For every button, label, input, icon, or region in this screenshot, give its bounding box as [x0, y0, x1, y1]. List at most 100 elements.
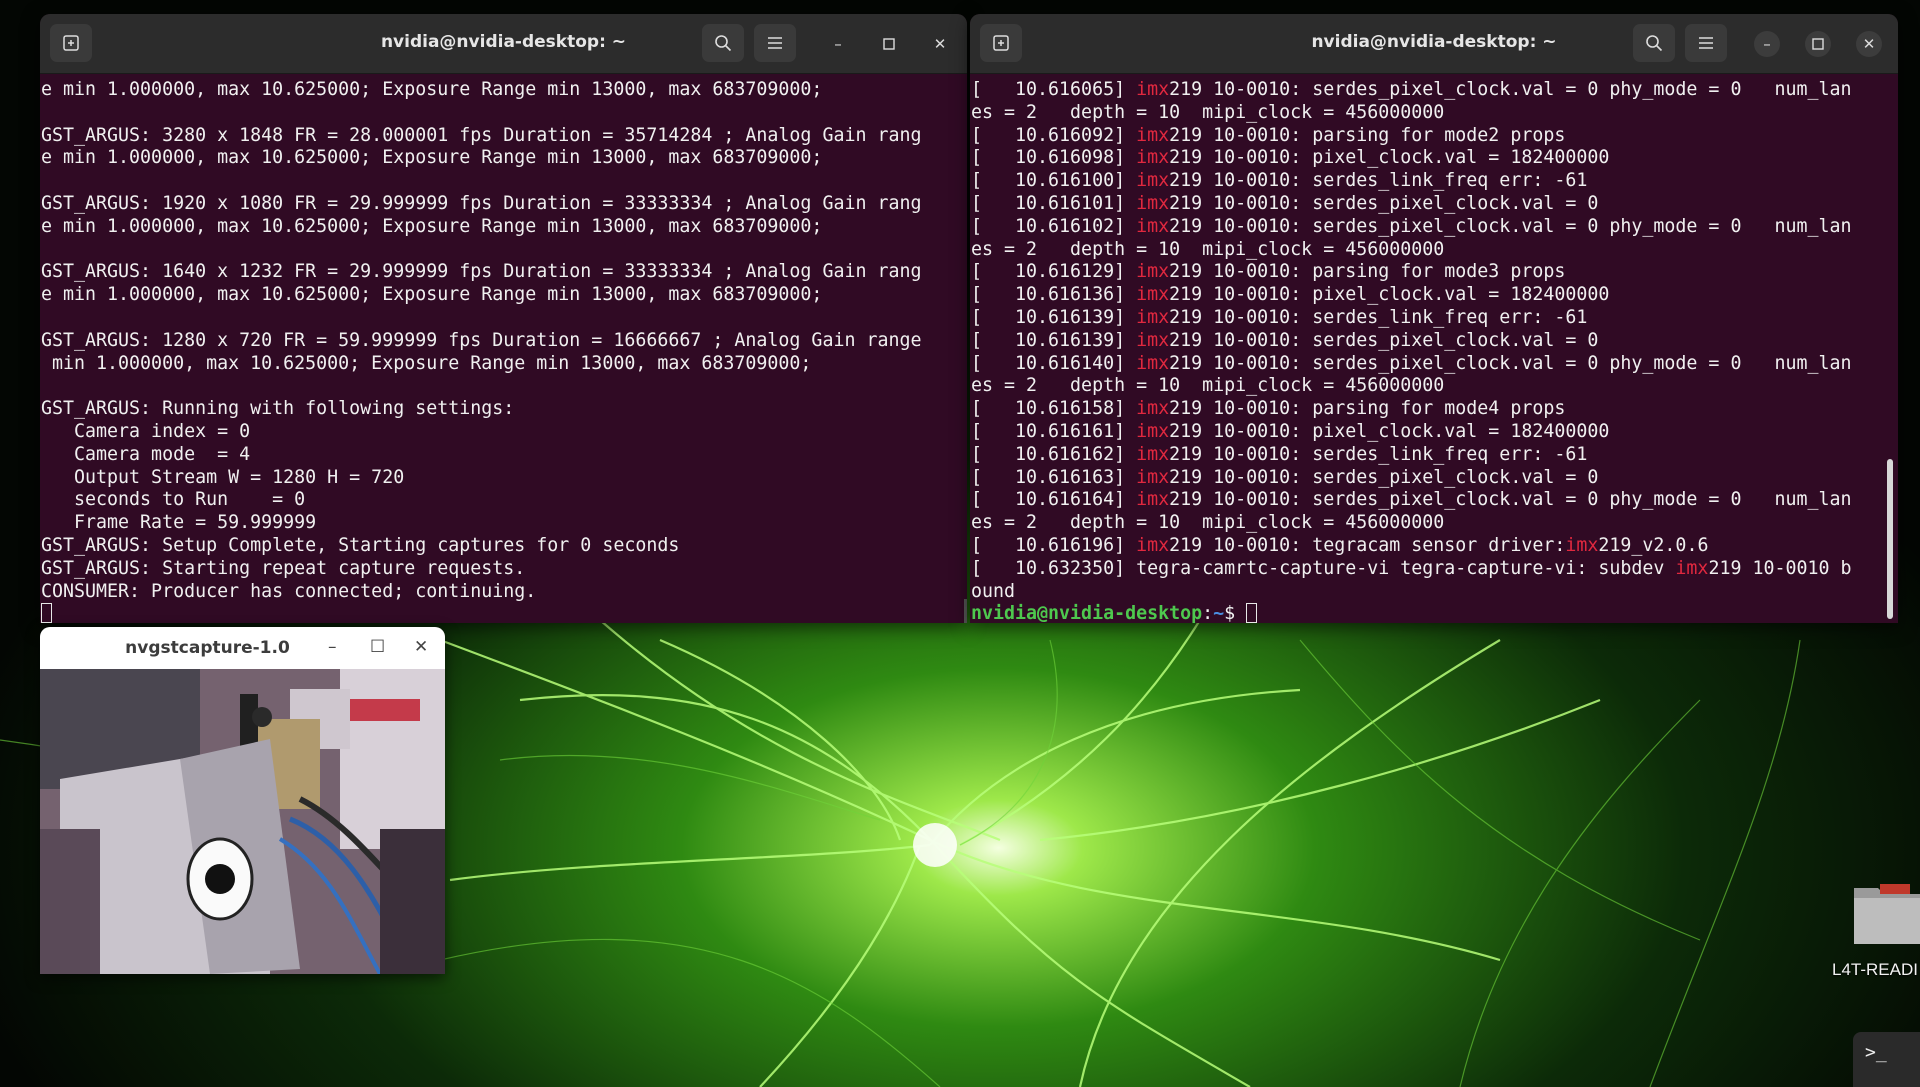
terminal-line: Output Stream W = 1280 H = 720 — [41, 466, 405, 488]
right-terminal-scrollbar[interactable] — [1887, 459, 1893, 619]
terminal-line: [ 10.616102] imx219 10-0010: serdes_pixe… — [971, 216, 1898, 239]
terminal-text: 219 10-0010 b — [1708, 557, 1852, 579]
highlighted-token: imx — [1136, 261, 1170, 283]
nvgstcapture-titlebar[interactable]: nvgstcapture-1.0 – ☐ ✕ — [40, 627, 445, 669]
close-icon[interactable]: ✕ — [927, 31, 953, 57]
terminal-text: 219 10-0010: serdes_pixel_clock.val = 0 — [1169, 329, 1599, 351]
prompt-user: nvidia@nvidia-desktop — [971, 603, 1203, 623]
terminal-line: GST_ARGUS: 1640 x 1232 FR = 29.999999 fp… — [41, 261, 922, 283]
terminal-text: [ 10.616162] — [971, 443, 1137, 465]
right-terminal-output[interactable]: [ 10.616065] imx219 10-0010: serdes_pixe… — [970, 79, 1898, 623]
terminal-line: GST_ARGUS: 1920 x 1080 FR = 29.999999 fp… — [41, 192, 922, 214]
terminal-line: Camera mode = 4 — [41, 443, 251, 465]
terminal-line: es = 2 depth = 10 mipi_clock = 456000000 — [971, 512, 1898, 535]
terminal-line: [ 10.616092] imx219 10-0010: parsing for… — [971, 125, 1898, 148]
terminal-line: seconds to Run = 0 — [41, 489, 306, 511]
terminal-text: [ 10.616161] — [971, 420, 1137, 442]
terminal-line: es = 2 depth = 10 mipi_clock = 456000000 — [971, 239, 1898, 262]
terminal-text: [ 10.632350] tegra-camrtc-capture-vi teg… — [971, 557, 1676, 579]
terminal-line: GST_ARGUS: Starting repeat capture reque… — [41, 557, 526, 579]
highlighted-token: imx — [1136, 170, 1170, 192]
nvgstcapture-window[interactable]: nvgstcapture-1.0 – ☐ ✕ — [40, 627, 445, 974]
terminal-line: Camera index = 0 — [41, 420, 251, 442]
terminal-text: 219 10-0010: serdes_link_freq err: -61 — [1169, 306, 1588, 328]
terminal-text: es = 2 depth = 10 mipi_clock = 456000000 — [971, 512, 1445, 534]
highlighted-token: imx — [1136, 147, 1170, 169]
minimize-icon[interactable]: – — [825, 31, 851, 57]
terminal-text: 219 10-0010: pixel_clock.val = 182400000 — [1169, 420, 1610, 442]
highlighted-token: imx — [1136, 306, 1170, 328]
prompt-path: ~ — [1213, 603, 1225, 623]
terminal-text: [ 10.616163] — [971, 466, 1137, 488]
terminal-text: 219 10-0010: serdes_pixel_clock.val = 0 … — [1169, 215, 1852, 237]
terminal-text: [ 10.616164] — [971, 489, 1137, 511]
highlighted-token: imx — [1136, 398, 1170, 420]
terminal-text: [ 10.616098] — [971, 147, 1137, 169]
terminal-text: 219 10-0010: serdes_pixel_clock.val = 0 … — [1169, 489, 1852, 511]
terminal-line: [ 10.616163] imx219 10-0010: serdes_pixe… — [971, 467, 1898, 490]
terminal-line: e min 1.000000, max 10.625000; Exposure … — [41, 284, 823, 306]
terminal-line: [ 10.616139] imx219 10-0010: serdes_pixe… — [971, 330, 1898, 353]
terminal-text: [ 10.616100] — [971, 170, 1137, 192]
terminal-text: [ 10.616092] — [971, 124, 1137, 146]
terminal-text: 219 10-0010: serdes_pixel_clock.val = 0 — [1169, 466, 1599, 488]
terminal-line: es = 2 depth = 10 mipi_clock = 456000000 — [971, 102, 1898, 125]
minimize-icon[interactable]: – — [328, 637, 337, 657]
folder-icon[interactable] — [1852, 880, 1920, 946]
terminal-text: 219 10-0010: serdes_link_freq err: -61 — [1169, 170, 1588, 192]
close-icon[interactable]: ✕ — [414, 637, 428, 657]
left-terminal-output[interactable]: e min 1.000000, max 10.625000; Exposure … — [40, 79, 967, 623]
terminal-line: [ 10.616161] imx219 10-0010: pixel_clock… — [971, 421, 1898, 444]
terminal-text: 219 10-0010: serdes_pixel_clock.val = 0 … — [1169, 79, 1852, 100]
terminal-line: [ 10.616129] imx219 10-0010: parsing for… — [971, 261, 1898, 284]
terminal-text: 219 10-0010: serdes_link_freq err: -61 — [1169, 443, 1588, 465]
terminal-text: [ 10.616196] — [971, 534, 1137, 556]
terminal-line: [ 10.616136] imx219 10-0010: pixel_clock… — [971, 284, 1898, 307]
maximize-icon[interactable] — [876, 31, 902, 57]
left-terminal-scroll-edge — [964, 599, 967, 623]
maximize-icon[interactable]: ☐ — [370, 637, 385, 657]
terminal-text: [ 10.616140] — [971, 352, 1137, 374]
highlighted-token: imx — [1136, 489, 1170, 511]
right-terminal-titlebar[interactable]: nvidia@nvidia-desktop: ~ – ✕ — [970, 14, 1898, 74]
dock-terminal-icon[interactable]: >_ — [1853, 1032, 1920, 1087]
terminal-text: [ 10.616102] — [971, 215, 1137, 237]
terminal-text: 219 10-0010: pixel_clock.val = 182400000 — [1169, 284, 1610, 306]
terminal-line: [ 10.616139] imx219 10-0010: serdes_link… — [971, 307, 1898, 330]
terminal-text: [ 10.616139] — [971, 306, 1137, 328]
hamburger-menu-icon[interactable] — [754, 24, 796, 62]
minimize-icon[interactable]: – — [1754, 31, 1780, 57]
folder-label[interactable]: L4T-READI — [1832, 960, 1918, 980]
terminal-text: [ 10.616158] — [971, 398, 1137, 420]
hamburger-menu-icon[interactable] — [1685, 24, 1727, 62]
highlighted-token: imx — [1136, 192, 1170, 214]
maximize-icon[interactable] — [1805, 31, 1831, 57]
terminal-line: e min 1.000000, max 10.625000; Exposure … — [41, 215, 823, 237]
left-terminal-window[interactable]: nvidia@nvidia-desktop: ~ – ✕ e min 1.000… — [40, 14, 967, 623]
terminal-cursor — [1246, 603, 1258, 623]
close-icon[interactable]: ✕ — [1856, 31, 1882, 57]
terminal-text: 219 10-0010: parsing for mode3 props — [1169, 261, 1566, 283]
highlighted-token: imx — [1136, 420, 1170, 442]
highlighted-token: imx — [1136, 329, 1170, 351]
highlighted-token: imx — [1136, 466, 1170, 488]
highlighted-token: imx — [1136, 352, 1170, 374]
terminal-text: 219 10-0010: pixel_clock.val = 182400000 — [1169, 147, 1610, 169]
shell-prompt[interactable]: nvidia@nvidia-desktop:~$ — [971, 603, 1898, 623]
search-icon[interactable] — [702, 24, 744, 62]
search-icon[interactable] — [1633, 24, 1675, 62]
terminal-text: [ 10.616139] — [971, 329, 1137, 351]
highlighted-token: imx — [1136, 124, 1170, 146]
right-terminal-window[interactable]: nvidia@nvidia-desktop: ~ – ✕ [ 10.616065… — [970, 14, 1898, 623]
terminal-line: GST_ARGUS: 1280 x 720 FR = 59.999999 fps… — [41, 329, 922, 351]
terminal-text: ound — [971, 580, 1016, 602]
terminal-text: 219 10-0010: serdes_pixel_clock.val = 0 — [1169, 192, 1599, 214]
terminal-line: [ 10.616164] imx219 10-0010: serdes_pixe… — [971, 489, 1898, 512]
terminal-line: es = 2 depth = 10 mipi_clock = 456000000 — [971, 375, 1898, 398]
terminal-line: [ 10.616098] imx219 10-0010: pixel_clock… — [971, 147, 1898, 170]
left-terminal-titlebar[interactable]: nvidia@nvidia-desktop: ~ – ✕ — [40, 14, 967, 74]
